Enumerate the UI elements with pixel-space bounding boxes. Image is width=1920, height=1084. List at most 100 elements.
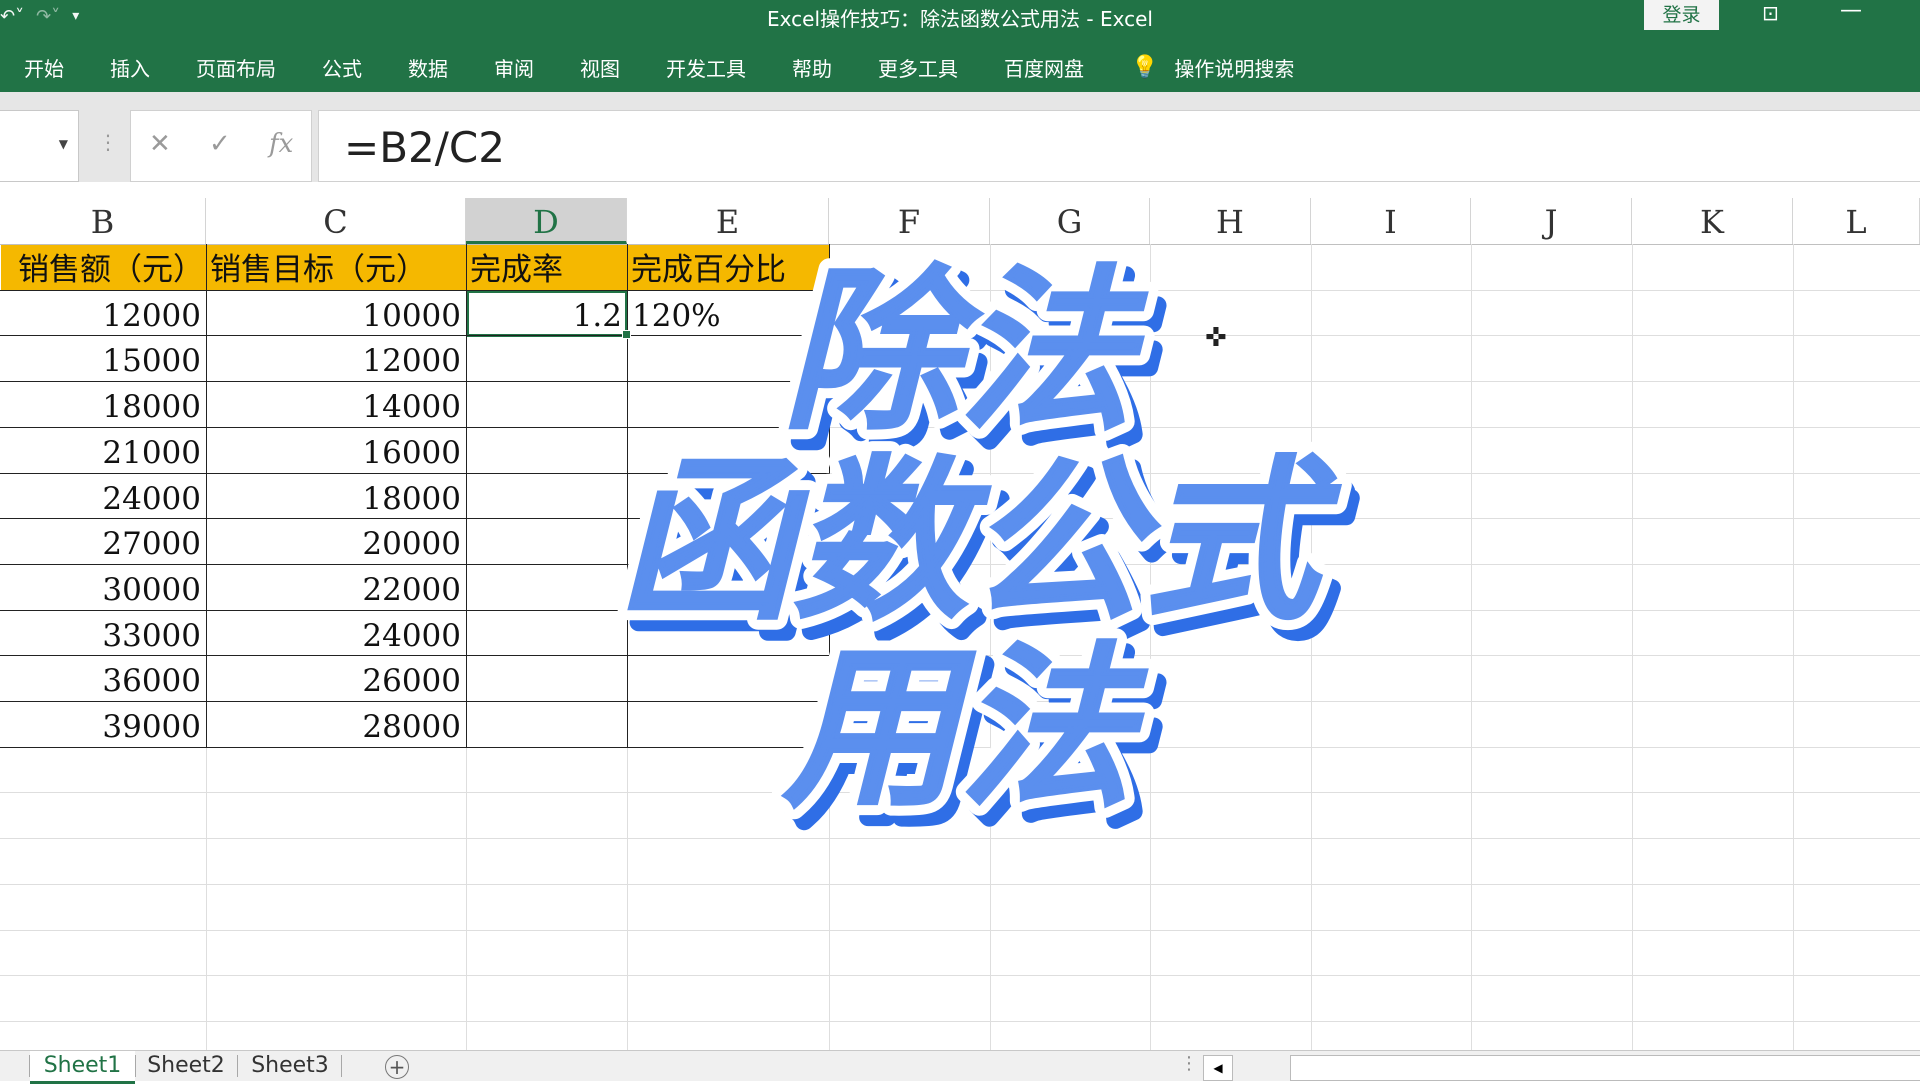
table-cell[interactable]: 39000	[1, 702, 206, 747]
ribbon-tab[interactable]: 视图	[580, 53, 620, 82]
table-cell[interactable]	[628, 565, 829, 610]
table-cell[interactable]	[467, 382, 627, 427]
table-cell[interactable]: 15000	[1, 336, 206, 381]
table-border-horizontal	[0, 290, 829, 291]
formula-bar-splitter[interactable]: ⋮	[98, 130, 118, 154]
table-cell[interactable]: 36000	[1, 656, 206, 701]
table-border-horizontal	[0, 518, 829, 519]
table-cell[interactable]: 12000	[207, 336, 466, 381]
enter-icon[interactable]: ✓	[209, 129, 231, 159]
login-button[interactable]: 登录	[1644, 0, 1719, 30]
table-border-horizontal	[0, 427, 829, 428]
table-cell[interactable]	[628, 474, 829, 519]
ribbon-tab[interactable]: 页面布局	[196, 53, 276, 82]
column-header-j[interactable]: J	[1471, 198, 1632, 244]
sheet-tab-bar: Sheet1 Sheet2 Sheet3 + ⋮ ◀	[0, 1050, 1920, 1084]
tab-splitter-icon[interactable]: ⋮	[1180, 1053, 1198, 1074]
table-border-horizontal	[0, 701, 829, 702]
table-cell[interactable]	[628, 336, 829, 381]
table-cell[interactable]	[467, 656, 627, 701]
table-cell[interactable]	[467, 702, 627, 747]
table-cell[interactable]	[628, 382, 829, 427]
formula-text: =B2/C2	[344, 123, 505, 172]
ribbon-tab[interactable]: 开始	[24, 53, 64, 82]
fill-handle[interactable]	[622, 330, 631, 339]
column-header-k[interactable]: K	[1632, 198, 1793, 244]
table-cell[interactable]	[467, 519, 627, 564]
table-cell[interactable]	[628, 702, 829, 747]
ribbon-tab[interactable]: 审阅	[494, 53, 534, 82]
table-header-cell[interactable]: 销售目标（元）	[207, 245, 466, 290]
horizontal-scrollbar[interactable]	[1290, 1055, 1920, 1081]
ribbon-tab[interactable]: 帮助	[792, 53, 832, 82]
ribbon-tab[interactable]: 公式	[322, 53, 362, 82]
ribbon-tab[interactable]: 百度网盘	[1004, 53, 1084, 82]
table-cell[interactable]: 27000	[1, 519, 206, 564]
table-cell[interactable]: 10000	[207, 291, 466, 336]
tell-me-search[interactable]: 💡 操作说明搜索	[1131, 53, 1294, 82]
table-border-horizontal	[0, 564, 829, 565]
ribbon-tab[interactable]: 插入	[110, 53, 150, 82]
column-header-i[interactable]: I	[1311, 198, 1471, 244]
table-cell[interactable]	[628, 428, 829, 473]
table-cell[interactable]: 16000	[207, 428, 466, 473]
active-cell[interactable]: 1.2	[466, 290, 628, 337]
column-header-l[interactable]: L	[1793, 198, 1920, 244]
table-border-horizontal	[0, 610, 829, 611]
table-cell[interactable]	[467, 474, 627, 519]
table-cell[interactable]: 120%	[628, 291, 829, 336]
sheet-tab-sheet3[interactable]: Sheet3	[239, 1051, 341, 1081]
table-cell[interactable]: 12000	[1, 291, 206, 336]
scroll-left-icon[interactable]: ◀	[1203, 1055, 1233, 1081]
table-cell[interactable]: 30000	[1, 565, 206, 610]
column-header-e[interactable]: E	[627, 198, 829, 244]
table-cell[interactable]: 28000	[207, 702, 466, 747]
table-cell[interactable]	[628, 611, 829, 656]
column-headers: BCDEFGHIJKL	[0, 198, 1920, 245]
cell-cursor-icon: ✜	[1205, 323, 1227, 353]
table-cell[interactable]: 20000	[207, 519, 466, 564]
table-cell[interactable]	[628, 519, 829, 564]
name-box[interactable]: ▼	[0, 110, 79, 182]
sheet-tab-sheet1[interactable]: Sheet1	[30, 1051, 135, 1084]
sheet-tab-separator	[237, 1055, 238, 1077]
column-header-g[interactable]: G	[990, 198, 1150, 244]
sheet-tab-sheet2[interactable]: Sheet2	[135, 1051, 237, 1081]
gridline-horizontal	[0, 975, 1920, 976]
lightbulb-icon: 💡	[1131, 54, 1159, 80]
column-header-c[interactable]: C	[206, 198, 466, 244]
table-header-cell[interactable]: 完成百分比	[628, 245, 829, 290]
add-sheet-icon[interactable]: +	[385, 1055, 409, 1079]
table-cell[interactable]: 21000	[1, 428, 206, 473]
table-cell[interactable]: 22000	[207, 565, 466, 610]
name-box-dropdown-icon[interactable]: ▼	[59, 137, 68, 151]
table-cell[interactable]: 18000	[207, 474, 466, 519]
formula-input[interactable]: =B2/C2	[318, 110, 1920, 182]
table-cell[interactable]	[467, 336, 627, 381]
table-cell[interactable]: 24000	[207, 611, 466, 656]
table-cell[interactable]: 33000	[1, 611, 206, 656]
cancel-icon[interactable]: ✕	[149, 129, 171, 159]
insert-function-icon[interactable]: fx	[269, 129, 293, 159]
ribbon-display-options-icon[interactable]: ⊡	[1762, 1, 1779, 25]
ribbon-tab[interactable]: 开发工具	[666, 53, 746, 82]
table-cell[interactable]	[467, 565, 627, 610]
column-header-b[interactable]: B	[0, 198, 206, 244]
table-cell[interactable]: 26000	[207, 656, 466, 701]
table-cell[interactable]: 24000	[1, 474, 206, 519]
table-cell[interactable]	[467, 428, 627, 473]
table-header-cell[interactable]: 完成率	[467, 245, 627, 290]
table-cell[interactable]	[467, 611, 627, 656]
ribbon-tab[interactable]: 数据	[408, 53, 448, 82]
table-header-cell[interactable]: 销售额（元）	[1, 245, 206, 290]
ribbon-tab[interactable]: 更多工具	[878, 53, 958, 82]
table-cell[interactable]	[628, 656, 829, 701]
table-cell[interactable]: 14000	[207, 382, 466, 427]
table-cell[interactable]: 18000	[1, 382, 206, 427]
worksheet-grid[interactable]: 销售额（元） 销售目标（元） 完成率 完成百分比 12000 10000 1.2 120% 15…	[0, 244, 1920, 1050]
column-header-f[interactable]: F	[829, 198, 990, 244]
title-bar: ↶˅ ↷˅ ▾ Excel操作技巧：除法函数公式用法 - Excel 登录 ⊡ …	[0, 0, 1920, 32]
column-header-h[interactable]: H	[1150, 198, 1311, 244]
column-header-d[interactable]: D	[466, 198, 627, 244]
minimize-button[interactable]: —	[1840, 0, 1862, 23]
